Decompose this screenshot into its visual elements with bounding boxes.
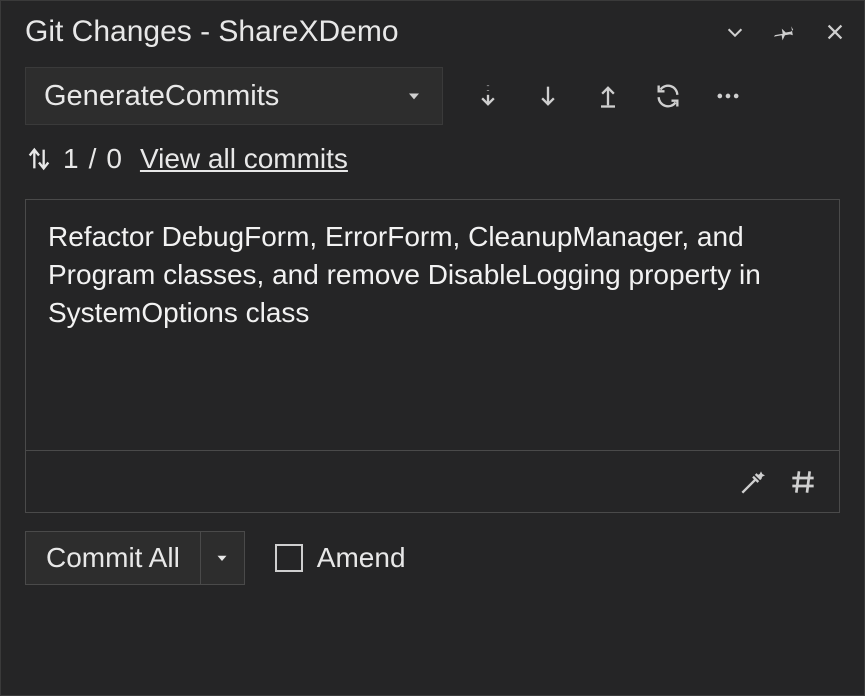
commit-split-button[interactable] [200, 532, 244, 584]
titlebar: Git Changes - ShareXDemo [1, 1, 864, 59]
close-icon[interactable] [824, 21, 846, 43]
checkbox-box-icon [275, 544, 303, 572]
titlebar-controls [724, 21, 846, 43]
push-icon[interactable] [593, 81, 623, 111]
status-row: 1 / 0 View all commits [1, 131, 864, 185]
incoming-count: 0 [106, 143, 122, 175]
more-icon[interactable] [713, 81, 743, 111]
work-item-hash-icon[interactable] [787, 466, 819, 498]
toolbar: GenerateCommits [1, 59, 864, 131]
commit-all-button[interactable]: Commit All [25, 531, 245, 585]
commit-all-label: Commit All [26, 532, 200, 584]
message-footer [26, 450, 839, 512]
commit-message-area [25, 199, 840, 513]
commit-message-input[interactable] [26, 200, 839, 450]
panel-title: Git Changes - ShareXDemo [25, 15, 710, 49]
pin-icon[interactable] [774, 21, 796, 43]
git-changes-panel: Git Changes - ShareXDemo GenerateCommits [0, 0, 865, 696]
fetch-icon[interactable] [473, 81, 503, 111]
amend-checkbox[interactable]: Amend [275, 542, 406, 574]
sync-status[interactable]: 1 / 0 [25, 143, 122, 175]
up-down-arrows-icon [25, 145, 53, 173]
view-all-commits-link[interactable]: View all commits [140, 143, 348, 175]
expand-chevron-icon[interactable] [724, 21, 746, 43]
commit-row: Commit All Amend [1, 513, 864, 603]
toolbar-icons [473, 81, 743, 111]
sync-icon[interactable] [653, 81, 683, 111]
pull-icon[interactable] [533, 81, 563, 111]
branch-name: GenerateCommits [44, 80, 279, 113]
caret-down-icon [404, 86, 424, 106]
amend-label: Amend [317, 542, 406, 574]
count-separator: / [89, 143, 97, 175]
ai-suggest-icon[interactable] [737, 466, 769, 498]
outgoing-count: 1 [63, 143, 79, 175]
branch-dropdown[interactable]: GenerateCommits [25, 67, 443, 125]
